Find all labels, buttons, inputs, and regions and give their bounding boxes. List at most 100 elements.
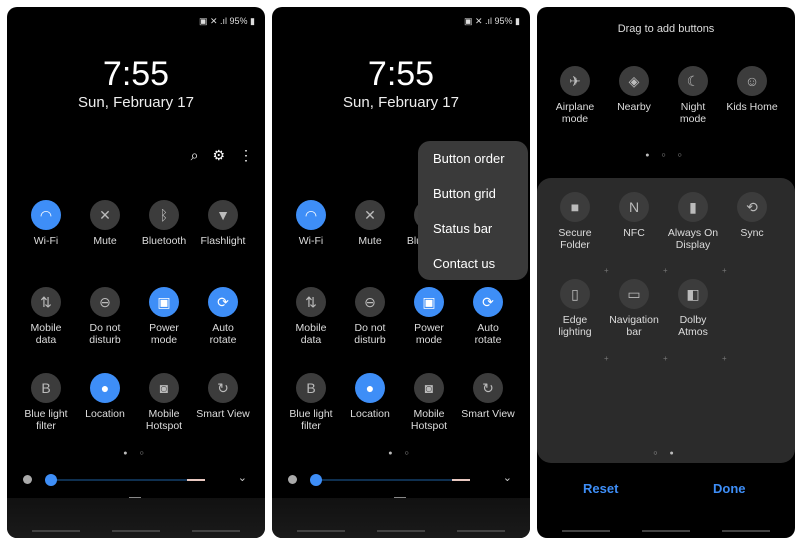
nav-bar-recents[interactable] [722, 530, 770, 532]
tile-location[interactable]: ● Location [338, 373, 402, 420]
tile-power-mode[interactable]: ▣ Power mode [397, 287, 461, 346]
tile-smart-view[interactable]: ↻ Smart View [456, 373, 520, 420]
tile-label: Nearby [617, 101, 651, 113]
tile-airplane[interactable]: ✈ Airplane mode [543, 66, 607, 125]
tile-mute[interactable]: ✕ Mute [338, 200, 402, 247]
menu-item-status-bar[interactable]: Status bar [418, 211, 528, 246]
tile-navigation-bar[interactable]: ▭ Navigation bar [602, 279, 666, 338]
menu-item-button-grid[interactable]: Button grid [418, 176, 528, 211]
tile-label: Do not disturb [354, 322, 386, 346]
drop-target-plus-icon: + [663, 354, 668, 363]
tile-label: Always On Display [667, 227, 719, 251]
tile-do-not-disturb[interactable]: ⊖ Do not disturb [73, 287, 137, 346]
brightness-track-end [452, 479, 470, 481]
menu-item-button-order[interactable]: Button order [418, 141, 528, 176]
search-icon[interactable]: ⌕ [191, 147, 199, 164]
tile-blue-light[interactable]: B Blue light filter [14, 373, 78, 432]
status-icons: ▣ ✕ .ıl [463, 16, 495, 26]
wifi-icon: ◠ [296, 200, 326, 230]
tile-label: Edge lighting [558, 314, 592, 338]
nav-bar-back[interactable] [32, 530, 80, 532]
tile-wifi[interactable]: ◠ Wi-Fi [279, 200, 343, 247]
done-button[interactable]: Done [713, 481, 746, 496]
brightness-track[interactable] [312, 479, 470, 481]
tile-bluetooth[interactable]: ᛒ Bluetooth [132, 200, 196, 247]
brightness-track[interactable] [47, 479, 205, 481]
tile-blue-light[interactable]: B Blue light filter [279, 373, 343, 432]
clock: 7:55 [367, 55, 435, 93]
tile-label: Sync [740, 227, 764, 239]
tile-nearby[interactable]: ◈ Nearby [602, 66, 666, 113]
tile-always-on-display[interactable]: ▮ Always On Display [661, 192, 725, 251]
mobile-data-icon: ⇅ [31, 287, 61, 317]
tile-mobile-data[interactable]: ⇅ Mobile data [279, 287, 343, 346]
nav-bar-home[interactable] [642, 530, 690, 532]
brightness-handle[interactable] [45, 474, 57, 486]
tile-mute[interactable]: ✕ Mute [73, 200, 137, 247]
blue-light-icon: B [31, 373, 61, 403]
drop-target-plus-icon: + [604, 354, 609, 363]
grid-page-dots[interactable]: ○ ● [537, 450, 795, 457]
do-not-disturb-icon: ⊖ [355, 287, 385, 317]
secure-folder-icon: ■ [560, 192, 590, 222]
tile-secure-folder[interactable]: ■ Secure Folder [543, 192, 607, 251]
more-vert-icon[interactable]: ⋮ [239, 147, 253, 164]
reset-button[interactable]: Reset [583, 481, 618, 496]
tile-sync[interactable]: ⟲ Sync [720, 192, 784, 239]
brightness-slider[interactable]: ⌄ [284, 471, 518, 487]
status-icons: ▣ ✕ .ıl [198, 16, 230, 26]
tile-label: Wi-Fi [33, 235, 59, 247]
chevron-down-icon[interactable]: ⌄ [503, 471, 512, 484]
nearby-icon: ◈ [619, 66, 649, 96]
tile-do-not-disturb[interactable]: ⊖ Do not disturb [338, 287, 402, 346]
tile-power-mode[interactable]: ▣ Power mode [132, 287, 196, 346]
gear-icon[interactable]: ⚙ [212, 147, 225, 164]
page-dots[interactable]: ● ○ [7, 450, 265, 457]
tile-hotspot[interactable]: ◙ Mobile Hotspot [397, 373, 461, 432]
brightness-slider[interactable]: ⌄ [19, 471, 253, 487]
tile-kids-home[interactable]: ☺ Kids Home [720, 66, 784, 113]
tile-label: Mobile Hotspot [410, 408, 448, 432]
brightness-icon [23, 475, 32, 484]
mute-icon: ✕ [90, 200, 120, 230]
tile-auto-rotate[interactable]: ⟳ Auto rotate [191, 287, 255, 346]
mute-icon: ✕ [355, 200, 385, 230]
tile-label: Power mode [149, 322, 179, 346]
nav-bar-recents[interactable] [457, 530, 505, 532]
tile-label: Auto rotate [474, 322, 502, 346]
tile-location[interactable]: ● Location [73, 373, 137, 420]
page-dots[interactable]: ● ○ [272, 450, 530, 457]
nav-bar-recents[interactable] [192, 530, 240, 532]
edit-panel: Drag to add buttons ● ○ ○ ○ ● ■ Secure Fo… [537, 7, 795, 538]
nav-bar-home[interactable] [377, 530, 425, 532]
drop-target-plus-icon: + [722, 354, 727, 363]
nav-bar-back[interactable] [562, 530, 610, 532]
tile-mobile-data[interactable]: ⇅ Mobile data [14, 287, 78, 346]
location-icon: ● [355, 373, 385, 403]
chevron-down-icon[interactable]: ⌄ [238, 471, 247, 484]
tile-flashlight[interactable]: ▼ Flashlight [191, 200, 255, 247]
available-page-dots[interactable]: ● ○ ○ [537, 152, 795, 159]
nav-bar-home[interactable] [112, 530, 160, 532]
tile-night-mode[interactable]: ☾ Night mode [661, 66, 725, 125]
tile-auto-rotate[interactable]: ⟳ Auto rotate [456, 287, 520, 346]
brightness-handle[interactable] [310, 474, 322, 486]
tile-dolby[interactable]: ◧ Dolby Atmos [661, 279, 725, 338]
tile-label: Location [85, 408, 125, 420]
tile-label: Dolby Atmos [678, 314, 708, 338]
always-on-display-icon: ▮ [678, 192, 708, 222]
active-buttons-card: ○ ● ■ Secure Folder N NFC ▮ Always On Display… [537, 178, 795, 463]
brightness-icon [288, 475, 297, 484]
nav-bar-back[interactable] [297, 530, 345, 532]
drop-target-plus-icon: + [604, 266, 609, 275]
tile-edge-lighting[interactable]: ▯ Edge lighting [543, 279, 607, 338]
tile-smart-view[interactable]: ↻ Smart View [191, 373, 255, 420]
panel-bottom [272, 498, 530, 538]
power-mode-icon: ▣ [149, 287, 179, 317]
tile-label: Mobile data [30, 322, 62, 346]
tile-wifi[interactable]: ◠ Wi-Fi [14, 200, 78, 247]
tile-label: Bluetooth [141, 235, 187, 247]
menu-item-contact-us[interactable]: Contact us [418, 246, 528, 281]
tile-hotspot[interactable]: ◙ Mobile Hotspot [132, 373, 196, 432]
tile-nfc[interactable]: N NFC [602, 192, 666, 239]
